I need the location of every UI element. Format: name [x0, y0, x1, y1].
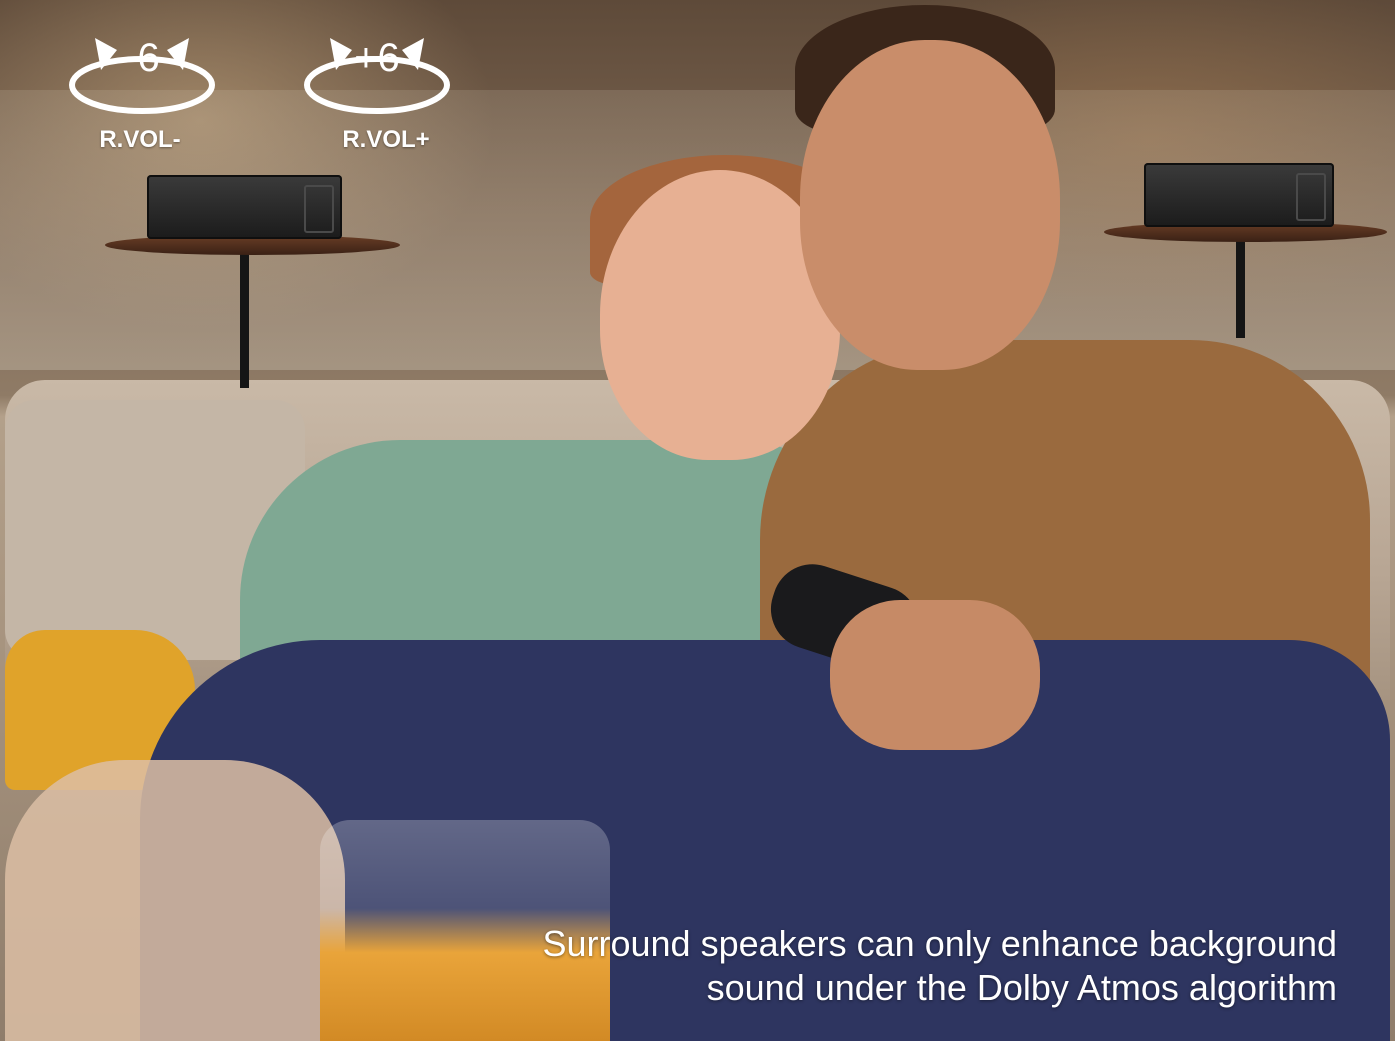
rear-volume-up-label: R.VOL+ [342, 126, 430, 153]
surround-speaker-right [1144, 163, 1334, 227]
rear-volume-down-label: R.VOL- [99, 126, 181, 153]
foreground-blur [5, 760, 345, 1041]
rear-volume-down-control: -6 [67, 30, 217, 120]
hand [830, 600, 1040, 750]
surround-speaker-left [147, 175, 342, 239]
rear-volume-up-control: +6 [302, 30, 452, 120]
caption-text: Surround speakers can only enhance backg… [437, 922, 1337, 1010]
caption-line-1: Surround speakers can only enhance backg… [542, 923, 1337, 964]
man-face [800, 40, 1060, 370]
caption-line-2: sound under the Dolby Atmos algorithm [706, 967, 1337, 1008]
stand-pole-right [1236, 240, 1245, 338]
volume-step-value: +6 [354, 36, 400, 80]
living-room-photo [0, 0, 1395, 1041]
volume-step-value: -6 [124, 36, 160, 80]
stand-pole-left [240, 250, 249, 388]
